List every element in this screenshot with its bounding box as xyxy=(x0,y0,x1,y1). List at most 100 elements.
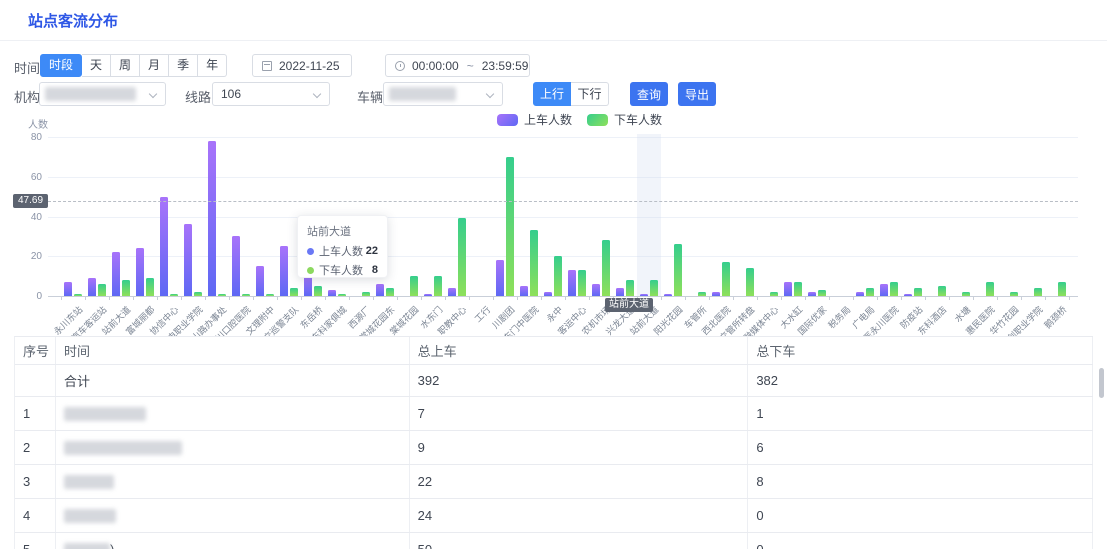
bar-up-西北医院[interactable] xyxy=(712,292,720,296)
bar-up-水东门[interactable] xyxy=(424,294,432,296)
bar-down-阳光花园[interactable] xyxy=(674,244,682,296)
x-axis-tick xyxy=(661,296,662,300)
bar-up-富城丽都[interactable] xyxy=(136,248,144,296)
bar-up-川口腔医院[interactable] xyxy=(232,236,240,296)
cell-no: 4 xyxy=(15,499,56,532)
bar-up-永中[interactable] xyxy=(544,292,552,296)
bar-down-水东门[interactable] xyxy=(434,276,442,296)
bar-down-川口腔医院[interactable] xyxy=(242,294,250,296)
bar-down-永中[interactable] xyxy=(554,256,562,296)
bar-down-客运中心[interactable] xyxy=(578,270,586,296)
table-row[interactable]: 296 xyxy=(15,431,1093,465)
bar-down-中山路办事处[interactable] xyxy=(218,294,226,296)
bar-down-西源厂[interactable] xyxy=(362,292,370,296)
bar-down-水电职业学院[interactable] xyxy=(194,292,202,296)
query-button[interactable]: 查询 xyxy=(630,82,668,106)
bar-down-站前大道[interactable] xyxy=(122,280,130,296)
bar-down-惠民医院[interactable] xyxy=(986,282,994,296)
vehicle-select[interactable] xyxy=(383,82,503,106)
bar-down-东科酒店[interactable] xyxy=(938,286,946,296)
bar-up-客运中心[interactable] xyxy=(568,270,576,296)
axis-pointer-label: 站前大道 xyxy=(605,298,653,312)
export-button[interactable]: 导出 xyxy=(678,82,716,106)
bar-down-兴龙大道[interactable] xyxy=(626,280,634,296)
bar-up-棠城花园东[interactable] xyxy=(376,284,384,296)
bar-up-东科家俱城[interactable] xyxy=(328,290,336,296)
bar-down-防疫站[interactable] xyxy=(914,288,922,296)
bar-up-重医永川医院[interactable] xyxy=(880,284,888,296)
bar-down-川剧团[interactable] xyxy=(506,157,514,296)
legend-item-下车人数[interactable]: 下车人数 xyxy=(587,111,662,128)
direction-tab-下行[interactable]: 下行 xyxy=(571,82,609,106)
bar-down-重医永川医院[interactable] xyxy=(890,282,898,296)
bar-down-站前大道[interactable] xyxy=(650,280,658,296)
x-axis-tick xyxy=(1045,296,1046,300)
bar-up-国际优家[interactable] xyxy=(808,292,816,296)
legend-item-上车人数[interactable]: 上车人数 xyxy=(497,111,572,128)
bar-down-水塘[interactable] xyxy=(962,292,970,296)
bar-down-大水缸[interactable] xyxy=(794,282,802,296)
bar-up-阳光花园[interactable] xyxy=(664,294,672,296)
bar-up-东门中医院[interactable] xyxy=(520,286,528,296)
bar-down-交巡警支队[interactable] xyxy=(290,288,298,296)
date-picker[interactable]: 2022-11-25 xyxy=(252,54,352,77)
bar-up-汽车客运站[interactable] xyxy=(88,278,96,296)
bar-up-防疫站[interactable] xyxy=(904,294,912,296)
bar-up-站前大道[interactable] xyxy=(640,294,648,296)
bar-down-国际优家[interactable] xyxy=(818,290,826,296)
bar-up-站前大道[interactable] xyxy=(112,252,120,296)
direction-tab-上行[interactable]: 上行 xyxy=(533,82,571,106)
bar-up-兴龙大道[interactable] xyxy=(616,288,624,296)
bar-up-川剧团[interactable] xyxy=(496,260,504,296)
bar-down-科创职业学院[interactable] xyxy=(1034,288,1042,296)
bar-down-富城丽都[interactable] xyxy=(146,278,154,296)
time-tab-月[interactable]: 月 xyxy=(140,54,169,77)
bar-up-永川东站[interactable] xyxy=(64,282,72,296)
bar-up-水电职业学院[interactable] xyxy=(184,224,192,296)
bar-down-鹅颈桥[interactable] xyxy=(1058,282,1066,296)
time-tab-天[interactable]: 天 xyxy=(82,54,111,77)
bar-down-华竹花园[interactable] xyxy=(1010,292,1018,296)
time-tab-周[interactable]: 周 xyxy=(111,54,140,77)
bar-down-职教中心[interactable] xyxy=(458,218,466,296)
bar-up-协信中心[interactable] xyxy=(160,197,168,296)
bar-down-棠城花园[interactable] xyxy=(410,276,418,296)
table-header-row: 序号时间总上车总下车 xyxy=(15,337,1093,365)
bar-down-融媒体中心[interactable] xyxy=(770,292,778,296)
bar-up-大水缸[interactable] xyxy=(784,282,792,296)
time-tab-时段[interactable]: 时段 xyxy=(40,54,82,77)
bar-up-广电局[interactable] xyxy=(856,292,864,296)
table-row[interactable]: 5)500 xyxy=(15,533,1093,549)
cell-time xyxy=(56,499,410,532)
bar-down-文理附中[interactable] xyxy=(266,294,274,296)
route-select[interactable]: 106 xyxy=(212,82,330,106)
bar-up-中山路办事处[interactable] xyxy=(208,141,216,296)
cell-total-down: 6 xyxy=(748,431,1093,464)
time-tab-季[interactable]: 季 xyxy=(169,54,198,77)
bar-down-车管所[interactable] xyxy=(698,292,706,296)
bar-down-广电局[interactable] xyxy=(866,288,874,296)
bar-down-农机市场[interactable] xyxy=(602,240,610,296)
bar-down-西北医院[interactable] xyxy=(722,262,730,296)
bar-down-东门中医院[interactable] xyxy=(530,230,538,296)
bar-up-文理附中[interactable] xyxy=(256,266,264,296)
time-range-picker[interactable]: 00:00:00 ~ 23:59:59 xyxy=(385,54,530,77)
table-row[interactable]: 171 xyxy=(15,397,1093,431)
bar-down-东岳桥[interactable] xyxy=(314,286,322,296)
bar-down-协信中心[interactable] xyxy=(170,294,178,296)
bar-down-东科家俱城[interactable] xyxy=(338,294,346,296)
bar-down-棠城花园东[interactable] xyxy=(386,288,394,296)
bar-up-农机市场[interactable] xyxy=(592,284,600,296)
table-row[interactable]: 4240 xyxy=(15,499,1093,533)
bar-down-交管所转盘[interactable] xyxy=(746,268,754,296)
table-row[interactable]: 3228 xyxy=(15,465,1093,499)
bar-down-永川东站[interactable] xyxy=(74,294,82,296)
time-tab-年[interactable]: 年 xyxy=(198,54,227,77)
bar-up-交巡警支队[interactable] xyxy=(280,246,288,296)
vertical-scrollbar[interactable] xyxy=(1099,368,1104,398)
x-axis-tick xyxy=(901,296,902,300)
org-select[interactable] xyxy=(39,82,166,106)
route-value: 106 xyxy=(221,87,241,101)
bar-up-职教中心[interactable] xyxy=(448,288,456,296)
bar-down-汽车客运站[interactable] xyxy=(98,284,106,296)
